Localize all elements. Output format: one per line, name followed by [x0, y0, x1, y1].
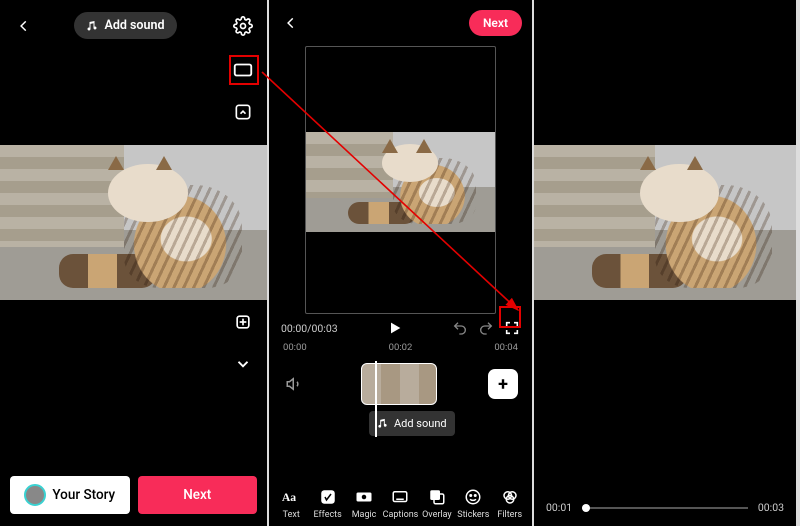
play-button[interactable]	[387, 320, 403, 336]
top-bar: Add sound	[0, 0, 267, 47]
tutorial-highlight-fullscreen	[499, 306, 521, 328]
flip-tool-icon[interactable]	[229, 98, 257, 126]
magic-icon	[354, 487, 374, 507]
crop-tool-icon[interactable]	[229, 308, 257, 336]
music-note-icon	[86, 20, 98, 32]
record-screen: Add sound Aa Your Story Next	[0, 0, 269, 526]
your-story-label: Your Story	[52, 487, 115, 503]
music-note-icon	[377, 418, 388, 429]
tool-filters[interactable]: Filters	[492, 487, 528, 520]
next-label: Next	[183, 487, 211, 503]
tool-label: Effects	[314, 510, 342, 520]
video-preview[interactable]	[534, 145, 798, 300]
tick-label: 00:04	[494, 342, 518, 353]
back-button[interactable]	[12, 14, 36, 38]
seek-current: 00:01	[546, 501, 572, 514]
undo-button[interactable]	[452, 320, 468, 336]
tool-label: Filters	[497, 510, 522, 520]
add-sound-label: Add sound	[394, 417, 447, 430]
tick-label: 00:00	[283, 342, 307, 353]
tutorial-highlight-rotate	[229, 55, 259, 85]
video-preview[interactable]	[0, 145, 269, 300]
edit-screen: Next 00:00/00:03 00:00	[269, 0, 534, 526]
play-screen: 00:01 00:03	[534, 0, 798, 526]
add-clip-button[interactable]: +	[488, 369, 518, 399]
add-sound-button[interactable]: Add sound	[369, 411, 455, 436]
sticker-icon	[464, 487, 482, 507]
mute-icon[interactable]	[283, 373, 305, 395]
tool-text[interactable]: Aa Text	[273, 487, 309, 520]
back-button[interactable]	[279, 11, 303, 35]
tool-label: Magic	[352, 510, 377, 520]
tool-overlay[interactable]: Overlay	[419, 487, 455, 520]
avatar-icon	[24, 484, 46, 506]
seek-track[interactable]	[582, 507, 748, 509]
tool-label: Captions	[383, 510, 419, 520]
add-sound-button[interactable]: Add sound	[74, 12, 176, 39]
edit-top-bar: Next	[269, 0, 532, 42]
overlay-icon	[428, 487, 446, 507]
video-clip[interactable]	[361, 363, 437, 405]
text-icon: Aa	[281, 487, 301, 507]
timeline-track[interactable]: +	[269, 361, 532, 407]
tool-effects[interactable]: Effects	[309, 487, 345, 520]
playhead[interactable]	[375, 361, 377, 437]
settings-button[interactable]	[231, 14, 255, 38]
timeline-ruler: 00:00 00:02 00:04	[269, 338, 532, 357]
tool-magic[interactable]: Magic	[346, 487, 382, 520]
canvas-video	[306, 132, 495, 232]
captions-icon	[390, 487, 410, 507]
next-label: Next	[483, 16, 508, 30]
more-tools-icon[interactable]	[229, 350, 257, 378]
bottom-actions: Your Story Next	[10, 476, 257, 514]
tool-stickers[interactable]: Stickers	[455, 487, 491, 520]
edit-canvas[interactable]	[305, 46, 496, 314]
playback-bar: 00:00/00:03	[269, 314, 532, 338]
bottom-toolbar: Aa Text Effects Magic Captions Overlay S…	[269, 481, 532, 520]
next-button[interactable]: Next	[469, 10, 522, 36]
effects-icon	[319, 487, 337, 507]
filter-icon	[501, 487, 519, 507]
your-story-button[interactable]: Your Story	[10, 476, 130, 514]
next-button[interactable]: Next	[138, 476, 258, 514]
add-sound-label: Add sound	[104, 18, 164, 33]
playback-time: 00:00/00:03	[281, 322, 338, 335]
tool-captions[interactable]: Captions	[382, 487, 418, 520]
tool-label: Text	[283, 510, 300, 520]
redo-button[interactable]	[478, 320, 494, 336]
tool-label: Overlay	[422, 510, 452, 520]
svg-text:Aa: Aa	[282, 491, 296, 504]
tick-label: 00:02	[389, 342, 413, 353]
tool-label: Stickers	[457, 510, 489, 520]
seek-bar[interactable]: 00:01 00:03	[546, 501, 784, 514]
seek-total: 00:03	[758, 501, 784, 514]
